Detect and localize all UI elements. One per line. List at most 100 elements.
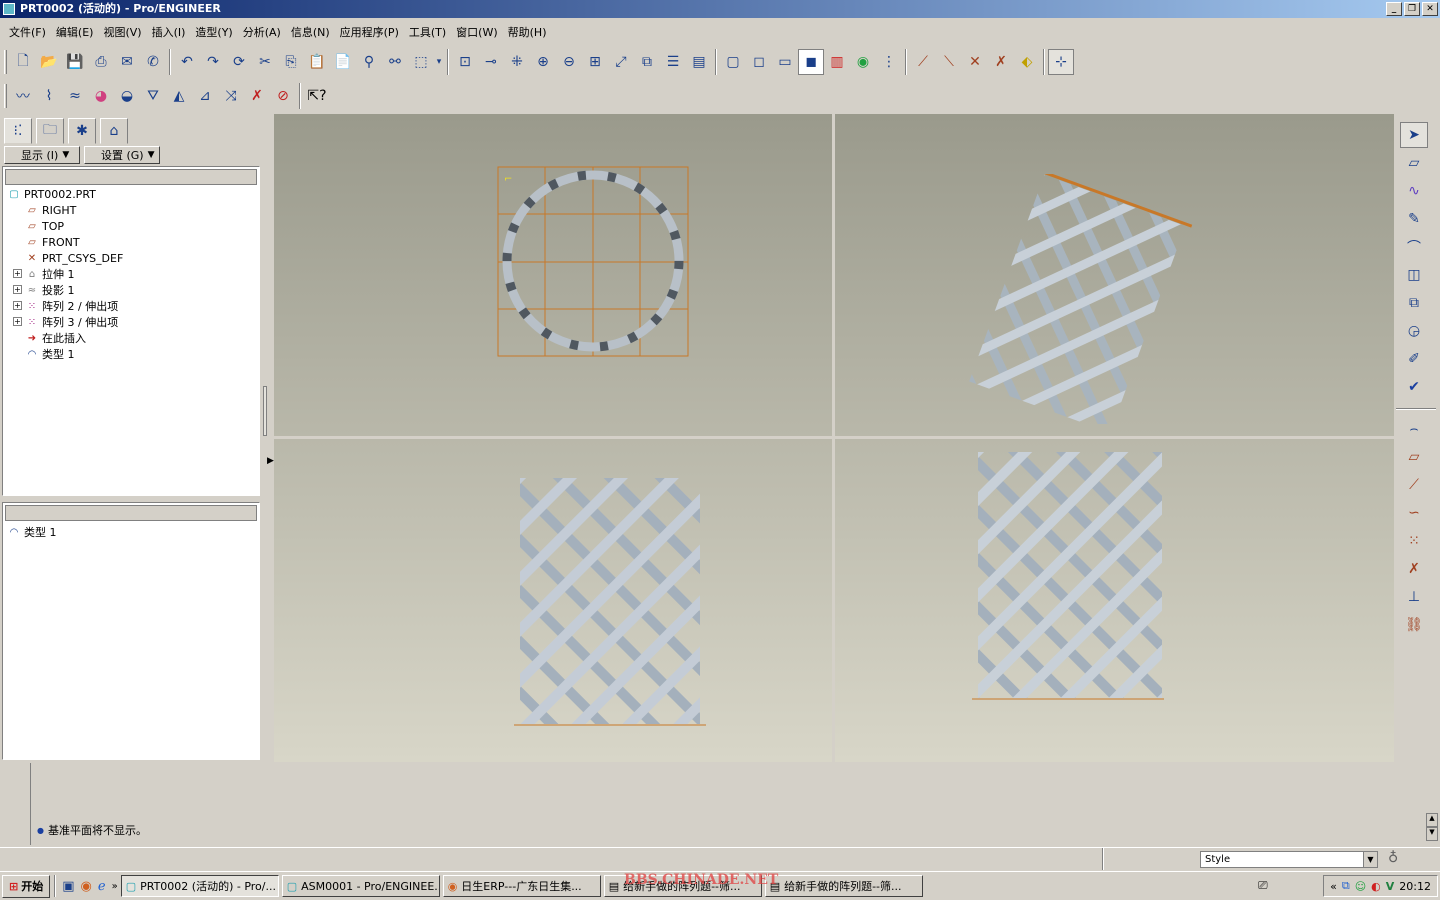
zoom-in-icon[interactable]: ⊕ — [530, 49, 556, 75]
menu-info[interactable]: 信息(N) — [286, 24, 335, 40]
find-icon[interactable]: ⚯ — [382, 49, 408, 75]
show-dropdown[interactable]: 显示 (I) ▼ — [4, 146, 80, 164]
menu-edit[interactable]: 编辑(E) — [51, 24, 99, 40]
paste-icon[interactable]: 📋 — [304, 49, 330, 75]
close-button[interactable]: ✕ — [1422, 2, 1438, 16]
task-asm0001[interactable]: ▢ ASM0001 - Pro/ENGINEE... — [281, 875, 440, 897]
model-tree-item[interactable]: ▱ RIGHT — [25, 202, 76, 218]
model-tree-item[interactable]: ≈ 投影 1 — [25, 282, 75, 298]
scroll-up-icon[interactable]: ▲ — [1426, 813, 1438, 827]
reorient-icon[interactable]: ⤢ — [608, 49, 634, 75]
menu-insert[interactable]: 插入(I) — [147, 24, 191, 40]
boundary-surface-icon[interactable]: ◫ — [1400, 262, 1428, 288]
trim-surface-icon[interactable]: ◶ — [1400, 318, 1428, 344]
datum-curve-icon[interactable]: ⌢ — [1400, 416, 1428, 442]
expand-plus-icon[interactable]: + — [13, 317, 22, 326]
model-tree-item[interactable]: ▢ PRT0002.PRT — [7, 186, 96, 202]
offset-analysis-icon[interactable]: ≈ — [62, 83, 88, 109]
chevron-left-icon[interactable]: « — [1330, 880, 1337, 893]
curve-icon[interactable]: ∿ — [1400, 178, 1428, 204]
delete-analysis-icon[interactable]: ✗ — [244, 83, 270, 109]
zoom-out-icon[interactable]: ⊖ — [556, 49, 582, 75]
message-scrollbar[interactable]: ▲ ▼ — [1426, 813, 1438, 841]
model-tree-item[interactable]: ⌂ 拉伸 1 — [25, 266, 75, 282]
datum-axis-tool-icon[interactable]: ⟋ — [1400, 472, 1428, 498]
chevron-right-icon[interactable]: ▶ — [267, 456, 274, 466]
v-app-icon[interactable]: V — [1386, 880, 1395, 893]
deviation-icon[interactable]: ⤨ — [218, 83, 244, 109]
chevron-down-icon[interactable]: ▼ — [1363, 852, 1377, 867]
filter-select[interactable]: Style ▼ — [1200, 851, 1378, 868]
dihedral-icon[interactable]: ⊿ — [192, 83, 218, 109]
menu-window[interactable]: 窗口(W) — [451, 24, 502, 40]
model-tree-item[interactable]: ▱ FRONT — [25, 234, 79, 250]
shading-icon[interactable]: ◼ — [798, 49, 824, 75]
wireframe-icon[interactable]: ▢ — [720, 49, 746, 75]
reflection-icon[interactable]: ◒ — [114, 83, 140, 109]
view-manager-icon[interactable]: ▤ — [686, 49, 712, 75]
expand-plus-icon[interactable]: + — [13, 301, 22, 310]
panel-splitter[interactable]: ▶ — [262, 114, 274, 762]
model-tree-item[interactable]: ✕ PRT_CSYS_DEF — [25, 250, 124, 266]
draft-analysis-icon[interactable]: ⛛ — [140, 83, 166, 109]
lock-icon[interactable]: ♁ — [1388, 850, 1398, 866]
tab-model-tree[interactable]: ⁝⁚ — [4, 118, 32, 144]
menu-analysis[interactable]: 分析(A) — [238, 24, 286, 40]
done-check-icon[interactable]: ✔ — [1400, 374, 1428, 400]
style-tree-item[interactable]: ◠ 类型 1 — [7, 524, 57, 540]
scroll-down-icon[interactable]: ▼ — [1426, 827, 1438, 841]
curvature-icon[interactable]: 〰 — [10, 83, 36, 109]
graphics-window[interactable]: ⌐ — [274, 114, 1394, 762]
datum-axis-display-icon[interactable]: ⊸ — [478, 49, 504, 75]
task-prt0002[interactable]: ▢ PRT0002 (活动的) - Pro/... — [120, 875, 279, 897]
paste-special-icon[interactable]: 📄 — [330, 49, 356, 75]
datum-point-display-icon[interactable]: ⁜ — [504, 49, 530, 75]
show-desktop-icon[interactable]: ▣ — [62, 879, 74, 894]
chain-link-icon[interactable]: ⛓ — [1400, 612, 1428, 638]
select-arrow-icon[interactable]: ➤ — [1400, 122, 1428, 148]
undo-icon[interactable]: ↶ — [174, 49, 200, 75]
color-appearance-icon[interactable]: ▥ — [824, 49, 850, 75]
send-link-icon[interactable]: ✆ — [140, 49, 166, 75]
expand-plus-icon[interactable]: + — [13, 269, 22, 278]
point-on-icon[interactable]: ✕ — [962, 49, 988, 75]
start-button[interactable]: ⊞ 开始 — [2, 874, 51, 898]
settings-dropdown[interactable]: 设置 (G) ▼ — [84, 146, 160, 164]
antivirus-icon[interactable]: ◐ — [1371, 880, 1381, 893]
copy-icon[interactable]: ⎘ — [278, 49, 304, 75]
model-tree-item[interactable]: ➜ 在此插入 — [25, 330, 86, 346]
menu-applications[interactable]: 应用程序(P) — [335, 24, 404, 40]
curve-on-surface-icon[interactable]: ✎ — [1400, 206, 1428, 232]
section-analysis-icon[interactable]: ⌇ — [36, 83, 62, 109]
firefox-icon[interactable]: ◉ — [81, 879, 92, 894]
menu-help[interactable]: 帮助(H) — [503, 24, 552, 40]
shaded-curvature-icon[interactable]: ◕ — [88, 83, 114, 109]
menu-style[interactable]: 造型(Y) — [190, 24, 237, 40]
menu-view[interactable]: 视图(V) — [98, 24, 146, 40]
model-tree-display-icon[interactable]: ⋮ — [876, 49, 902, 75]
context-help-icon[interactable]: ⇱? — [304, 83, 330, 109]
model-tree-item[interactable]: ▱ TOP — [25, 218, 64, 234]
redo-icon[interactable]: ↷ — [200, 49, 226, 75]
dropdown-arrow-icon[interactable]: ▾ — [434, 49, 444, 75]
no-hidden-icon[interactable]: ▭ — [772, 49, 798, 75]
edit-curve-icon[interactable]: ✐ — [1400, 346, 1428, 372]
surface-icon[interactable]: ⌒ — [1400, 234, 1428, 260]
spin-center-icon[interactable]: ⊹ — [1048, 49, 1074, 75]
annotation-on-icon[interactable]: ⬖ — [1014, 49, 1040, 75]
tab-folder-browser[interactable]: 🗀 — [36, 118, 64, 144]
layers-icon[interactable]: ☰ — [660, 49, 686, 75]
hide-analysis-icon[interactable]: ⊘ — [270, 83, 296, 109]
appearance-gallery-icon[interactable]: ◉ — [850, 49, 876, 75]
refit-icon[interactable]: ⊞ — [582, 49, 608, 75]
task-erp[interactable]: ◉ 日生ERP---广东日生集... — [442, 875, 601, 897]
print-icon[interactable]: ⎙ — [88, 49, 114, 75]
datum-plane-display-icon[interactable]: ⊡ — [452, 49, 478, 75]
sketch-plane-icon[interactable]: ▱ — [1400, 150, 1428, 176]
selection-box-icon[interactable]: ⬚ — [408, 49, 434, 75]
model-tree-item[interactable]: ◠ 类型 1 — [25, 346, 75, 362]
restore-button[interactable]: ❐ — [1404, 2, 1420, 16]
task-forum-2[interactable]: ▤ 给新手做的阵列题--筛... — [764, 875, 923, 897]
hidden-line-icon[interactable]: ◻ — [746, 49, 772, 75]
network-icon[interactable]: ⧉ — [1342, 879, 1350, 893]
